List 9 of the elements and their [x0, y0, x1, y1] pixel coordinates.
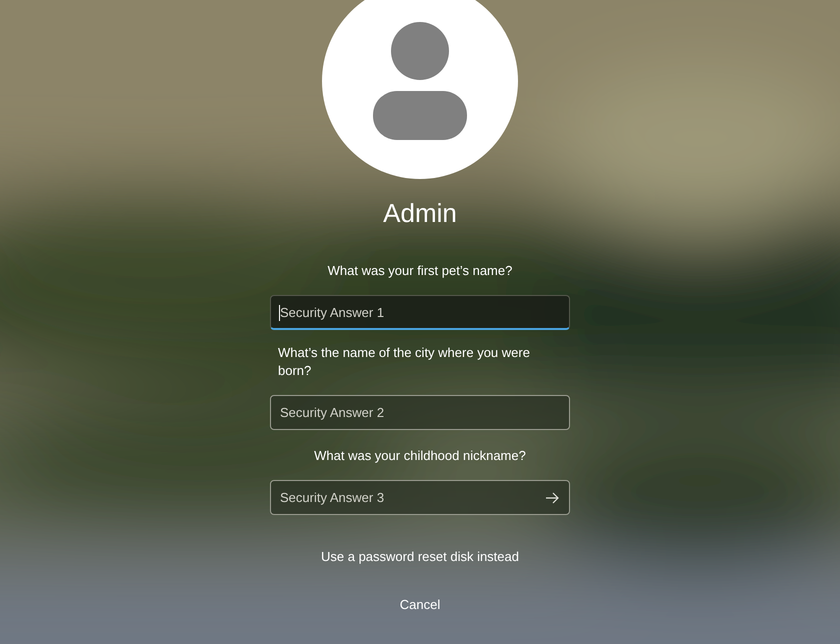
security-question: What was your first pet’s name? [328, 262, 512, 280]
user-name: Admin [383, 197, 457, 229]
answer-field[interactable]: Security Answer 3 [270, 480, 570, 515]
security-question: What was your childhood nickname? [314, 447, 526, 465]
answer-field[interactable]: Security Answer 1 [270, 295, 570, 330]
security-question: What’s the name of the city where you were born? [278, 344, 531, 380]
cancel-link[interactable]: Cancel [400, 594, 440, 614]
reset-disk-link[interactable]: Use a password reset disk instead [321, 547, 519, 566]
answer-field[interactable]: Security Answer 2 [270, 395, 570, 430]
